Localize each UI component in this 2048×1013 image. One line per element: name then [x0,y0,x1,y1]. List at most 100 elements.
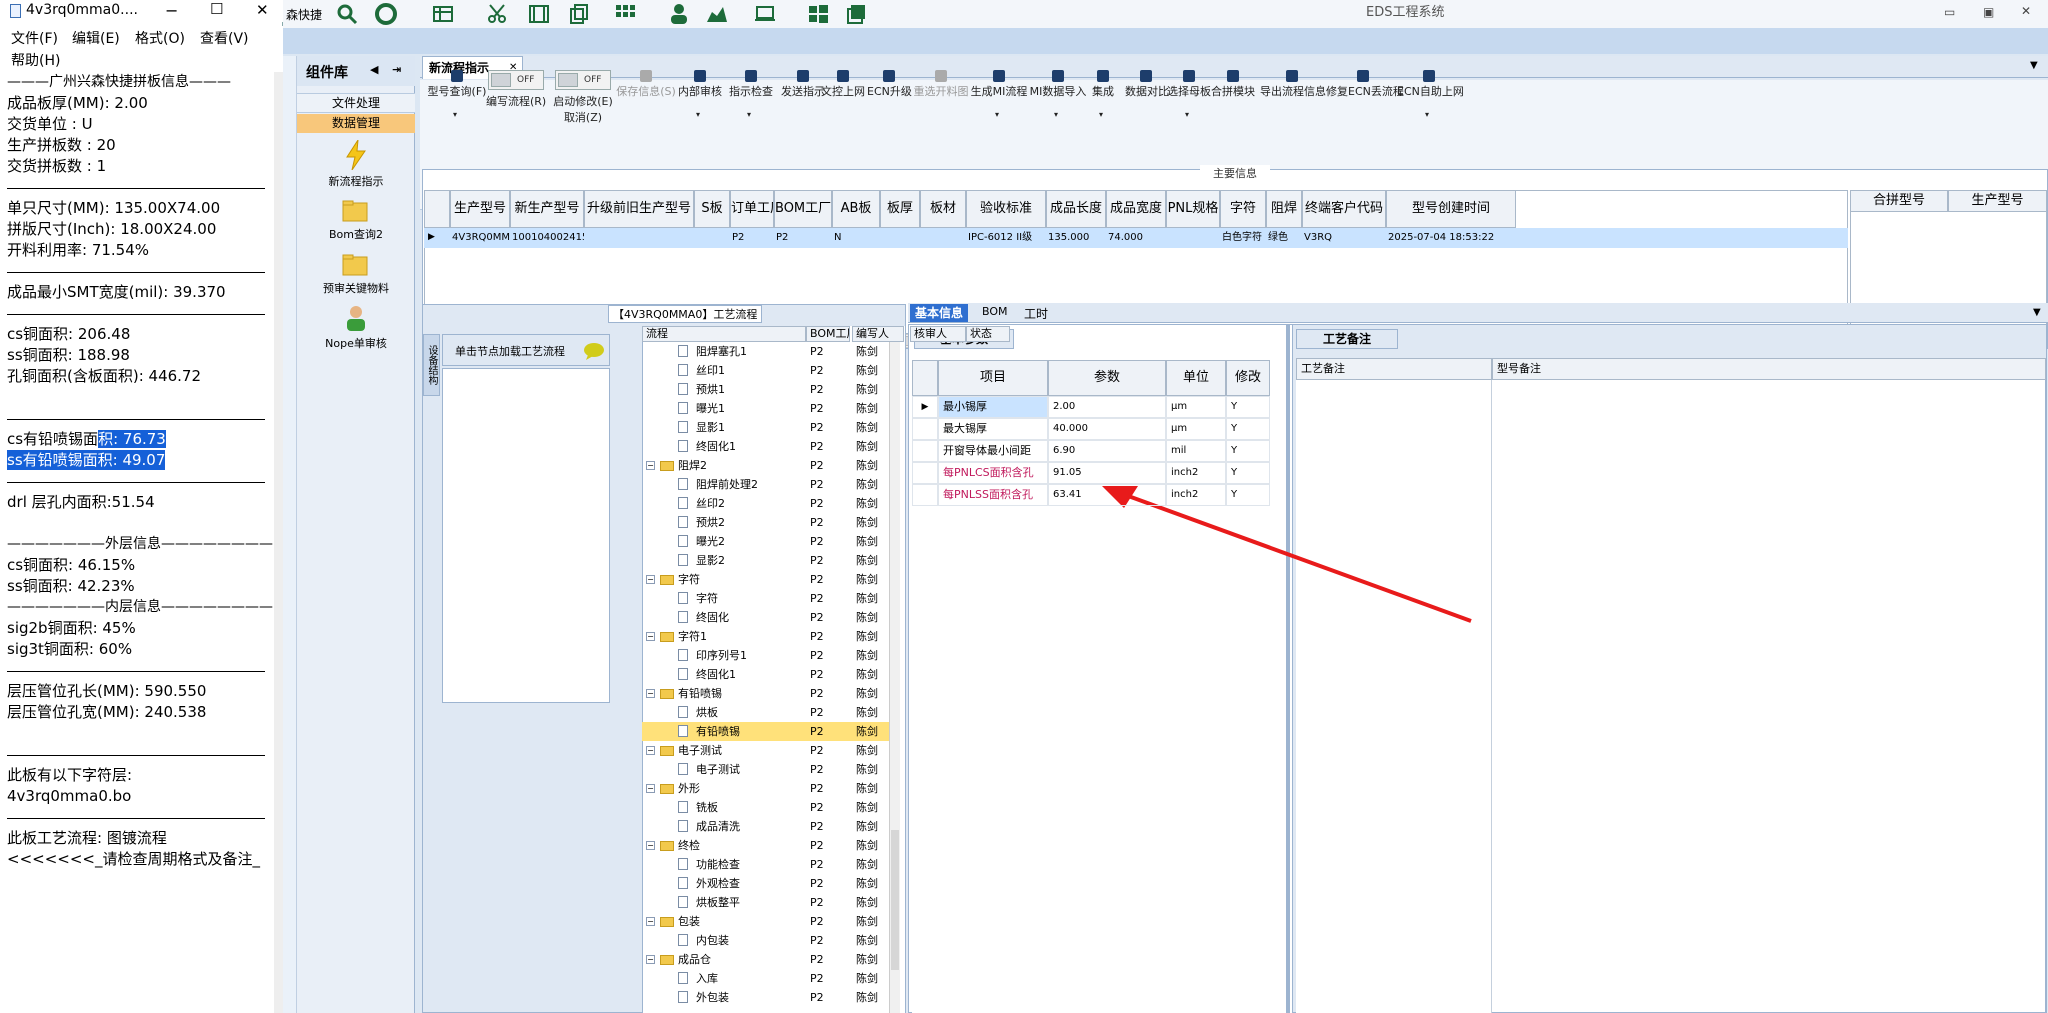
tree-row[interactable]: 显影2P2陈剑钟梦飞已上网 [642,551,889,570]
grid-header-cell[interactable]: 字符 [1220,190,1266,228]
panel-divider[interactable] [1286,324,1290,1013]
grid-header-cell[interactable]: 订单工厂 [730,190,774,228]
tree-row[interactable]: 有铅喷锡P2陈剑钟梦飞已上网 [642,722,889,741]
toolbar-button-11[interactable]: 生成MI流程 ▾ [970,70,1028,160]
grid-cell[interactable]: P2 [776,228,832,248]
grid-header-cell[interactable]: 型号创建时间 [1386,190,1516,228]
toolbar-button-12[interactable]: MI数据导入 ▾ [1028,70,1088,160]
area-chart-icon[interactable] [705,2,729,26]
tree-row[interactable]: 外包装P2陈剑钟梦飞已上网 [642,988,889,1007]
tree-row[interactable]: 字符P2陈剑钟梦飞已上网 [642,589,889,608]
param-item-cell[interactable]: 最小锡厚 [938,396,1048,418]
grid-cell[interactable] [696,228,730,248]
windows-icon[interactable] [806,2,830,26]
tree-row[interactable]: 预烘1P2陈剑钟梦飞已上网 [642,380,889,399]
expand-toggle-icon[interactable]: − [646,917,655,926]
expand-toggle-icon[interactable]: − [646,841,655,850]
expand-toggle-icon[interactable]: − [646,746,655,755]
tree-row[interactable]: −有铅喷锡P2陈剑钟梦飞已上网 [642,684,889,703]
param-item-cell[interactable]: 每PNLCS面积含孔 [938,462,1048,484]
expand-toggle-icon[interactable]: − [646,784,655,793]
maximize-button[interactable]: ☐ [210,0,223,18]
sidebar-section-file[interactable]: 文件处理 [297,93,415,113]
menu-format[interactable]: 格式(O) [135,28,185,48]
hint-list-area[interactable] [442,368,610,703]
toolbar-button-1[interactable]: 型号查询(F) ▾ [426,70,488,160]
tree-row[interactable]: 入库P2陈剑钟梦飞已上网 [642,969,889,988]
tree-row[interactable]: 成品清洗P2陈剑钟梦飞已上网 [642,817,889,836]
menu-file[interactable]: 文件(F) [11,28,58,48]
toolbar-button-3[interactable]: OFF 启动修改(E) 取消(Z) [550,70,616,160]
tree-row[interactable]: −包装P2陈剑钟梦飞已上网 [642,912,889,931]
toolbar-button-2[interactable]: OFF 编写流程(R) [486,70,546,160]
film-icon[interactable] [527,2,551,26]
toolbar-button-9[interactable]: ECN升级 [867,70,912,160]
detail-menu-icon[interactable]: ▼ [2033,307,2041,318]
sidebar-item-review-material[interactable]: 预审关键物料 [297,253,415,296]
dropdown-arrow-icon[interactable]: ▾ [1054,110,1058,119]
param-header-cell[interactable]: 参数 [1048,360,1166,396]
param-value-cell[interactable]: 40.000 [1048,418,1166,440]
app-maximize-button[interactable]: ▣ [1983,5,1994,19]
expand-toggle-icon[interactable]: − [646,575,655,584]
expand-toggle-icon[interactable]: − [646,461,655,470]
tree-row[interactable]: 印序列号1P2陈剑钟梦飞已上网 [642,646,889,665]
tree-row[interactable]: 铣板P2陈剑已编写 [642,798,889,817]
grid-cell[interactable] [1168,228,1220,248]
grid-header-cell[interactable]: 升级前旧生产型号 [584,190,694,228]
grid-header-cell[interactable]: 板材 [920,190,966,228]
tab-hours[interactable]: 工时 [1024,305,1048,322]
tree-row[interactable]: −字符1P2陈剑钟梦飞已上网 [642,627,889,646]
grid-cell[interactable]: 绿色 [1268,228,1302,248]
tree-row[interactable]: 功能检查P2陈剑钟梦飞已上网 [642,855,889,874]
menu-help[interactable]: 帮助(H) [11,50,60,70]
grid-cell[interactable]: 74.000 [1108,228,1166,248]
menu-edit[interactable]: 编辑(E) [72,28,120,48]
sidebar-item-nope-review[interactable]: Nope单审核 [297,304,415,351]
tree-row[interactable]: 阻焊塞孔1P2陈剑钟梦飞已上网 [642,342,889,361]
user-icon[interactable] [667,2,691,26]
tree-row[interactable]: 电子测试P2陈剑已编写 [642,760,889,779]
grid-header-cell[interactable]: AB板 [832,190,880,228]
merge-grid-header[interactable]: 合拼型号 [1850,190,1948,212]
tab-basic-info[interactable]: 基本信息 [910,304,969,322]
app-minimize-button[interactable]: ▭ [1944,5,1955,19]
close-button[interactable]: ✕ [256,1,269,19]
search-icon[interactable] [335,2,359,26]
vertical-scrollbar[interactable] [274,72,283,1013]
tree-header-cell[interactable]: 流程 [642,326,806,342]
notepad-text-area[interactable]: ———广州兴森快捷拼板信息——— 成品板厚(MM): 2.00 交货单位 : U… [0,72,274,1013]
dropdown-arrow-icon[interactable]: ▾ [1425,110,1429,119]
toolbar-button-19[interactable]: ECN自助上网 ▾ [1397,70,1464,160]
grid-header-cell[interactable]: 成品宽度 [1106,190,1166,228]
grid-cell[interactable]: 白色字符 [1222,228,1266,248]
laptop-icon[interactable] [753,2,777,26]
dropdown-arrow-icon[interactable]: ▾ [1099,110,1103,119]
tree-row[interactable]: 丝印1P2陈剑钟梦飞已上网 [642,361,889,380]
tab-bom[interactable]: BOM [982,305,1008,318]
tree-row[interactable]: 终固化1P2陈剑钟梦飞已上网 [642,437,889,456]
param-header-cell[interactable]: 修改 [1226,360,1270,396]
toolbar-button-14[interactable]: 数据对比 [1125,70,1169,160]
tab-menu-icon[interactable]: ▼ [2030,60,2038,71]
dropdown-arrow-icon[interactable]: ▾ [696,110,700,119]
grid-cell[interactable]: V3RQ [1304,228,1386,248]
toggle-switch[interactable]: OFF [555,70,611,90]
param-item-cell[interactable]: 开窗导体最小间距 [938,440,1048,462]
tree-row[interactable]: 终固化P2陈剑钟梦飞已上网 [642,608,889,627]
expand-toggle-icon[interactable]: − [646,955,655,964]
dropdown-arrow-icon[interactable]: ▾ [995,110,999,119]
sidebar-item-new-flow[interactable]: 新流程指示 [297,139,415,189]
tree-row[interactable]: 丝印2P2陈剑钟梦飞已上网 [642,494,889,513]
sidebar-section-data[interactable]: 数据管理 [297,114,415,133]
grid-cell[interactable]: P2 [732,228,774,248]
grid-cell[interactable]: 10010400241545 [512,228,584,248]
collapse-arrow-icon[interactable]: ◀ [370,63,378,76]
minimize-button[interactable]: − [165,1,178,20]
grid-header-cell[interactable]: 新生产型号 [510,190,584,228]
toolbar-button-4[interactable]: 保存信息(S) [616,70,676,160]
grid-header-cell[interactable]: 板厚 [880,190,920,228]
grid-cell[interactable] [586,228,694,248]
scissors-icon[interactable] [485,2,509,26]
toolbar-button-18[interactable]: 修复ECN丢流程 [1326,70,1404,160]
